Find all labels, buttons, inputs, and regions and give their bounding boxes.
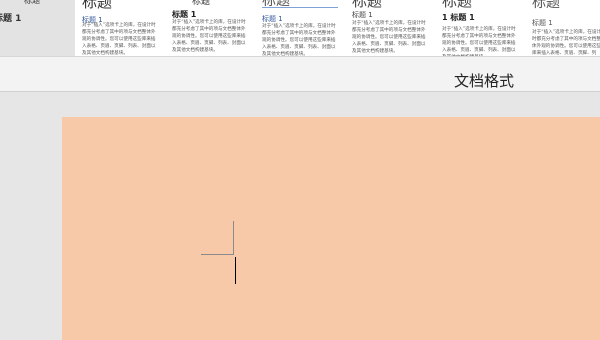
style-thumb-3[interactable]: 标题 标题 1 对于“插入”选项卡上的库，在设计时都充分考虑了其中的项与文档整体… <box>170 0 252 56</box>
thumb-body-text: 对于“插入”选项卡上的库，在设计时都充分考虑了其中的项与文档整体外观的协调性。您… <box>172 20 246 53</box>
thumb-heading-1: 1 标题 1 <box>442 13 475 22</box>
document-page[interactable] <box>62 117 600 340</box>
thumb-title: 标题 <box>24 0 40 5</box>
thumb-body-text: 对于“插入”选项卡上的库，在设计时都充分考虑了其中的项与文档整体外观的协调性。您… <box>262 24 336 56</box>
group-label-document-formatting: 文档格式 <box>454 72 515 90</box>
thumb-body-text: 对于“插入”选项卡上的库，在设计时都充分考虑了其中的项与文档整体外观的协调性。您… <box>352 21 426 54</box>
thumb-body-text: 对于“插入”选项卡上的库，在设计时都充分考虑了其中的项与文档整体外观的协调性。您… <box>442 27 516 56</box>
thumb-body-text: 对于“插入”选项卡上的库，在设计时都充分考虑了其中的项与文档整体外观的协调性。您… <box>532 30 600 56</box>
thumb-title: 标题 <box>262 0 290 9</box>
thumb-title: 标题 <box>442 0 473 10</box>
thumb-title: 标题 <box>192 0 211 7</box>
style-set-gallery: 标题 标题 1 标题 标题 1 对于“插入”选项卡上的库，在设计时都充分考虑了其… <box>0 0 600 57</box>
thumb-heading-1: 标题 1 <box>0 14 22 24</box>
style-thumb-2[interactable]: 标题 标题 1 对于“插入”选项卡上的库，在设计时都充分考虑了其中的项与文档整体… <box>80 0 162 56</box>
thumb-heading-1: 标题 1 <box>352 11 373 19</box>
style-thumb-4[interactable]: 标题 标题 1 对于“插入”选项卡上的库，在设计时都充分考虑了其中的项与文档整体… <box>260 0 342 56</box>
thumb-heading-1: 标题 1 <box>532 19 553 27</box>
thumb-body-text: 对于“插入”选项卡上的库，在设计时都充分考虑了其中的项与文档整体外观的协调性。您… <box>82 23 156 56</box>
style-thumb-6[interactable]: 标题 1 标题 1 对于“插入”选项卡上的库，在设计时都充分考虑了其中的项与文档… <box>440 0 522 56</box>
thumb-divider <box>262 7 338 8</box>
margin-corner-mark <box>233 221 234 255</box>
thumb-title: 标题 <box>532 0 560 11</box>
style-thumb-1[interactable]: 标题 标题 1 <box>0 0 75 56</box>
text-cursor <box>235 257 236 284</box>
thumb-title: 标题 <box>82 0 113 11</box>
margin-corner-mark <box>201 254 234 255</box>
style-thumb-7[interactable]: 标题 标题 1 对于“插入”选项卡上的库，在设计时都充分考虑了其中的项与文档整体… <box>530 0 600 56</box>
style-thumb-5[interactable]: 标题 标题 1 对于“插入”选项卡上的库，在设计时都充分考虑了其中的项与文档整体… <box>350 0 432 56</box>
